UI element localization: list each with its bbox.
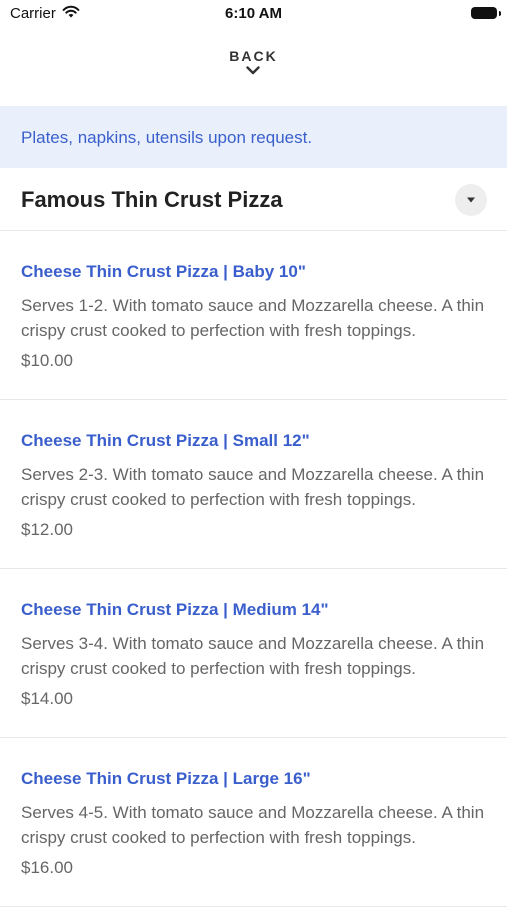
chevron-down-icon xyxy=(246,66,261,75)
back-area: BACK xyxy=(0,48,507,75)
item-price: $14.00 xyxy=(21,689,73,708)
section-header[interactable]: Famous Thin Crust Pizza xyxy=(0,168,507,231)
battery-icon xyxy=(471,7,501,19)
back-button[interactable]: BACK xyxy=(229,48,277,75)
item-name: Cheese Thin Crust Pizza | Large 16" xyxy=(21,769,311,788)
item-price: $16.00 xyxy=(21,858,73,877)
notice-banner: Plates, napkins, utensils upon request. xyxy=(0,106,507,168)
menu-item[interactable]: Cheese Thin Crust Pizza | Baby 10" Serve… xyxy=(0,231,507,400)
caret-down-icon xyxy=(467,197,475,203)
menu-item[interactable]: Cheese Thin Crust Pizza | Medium 14" Ser… xyxy=(0,569,507,738)
item-name: Cheese Thin Crust Pizza | Baby 10" xyxy=(21,262,306,281)
item-description: Serves 3-4. With tomato sauce and Mozzar… xyxy=(21,634,485,678)
item-price: $12.00 xyxy=(21,520,73,539)
item-description: Serves 1-2. With tomato sauce and Mozzar… xyxy=(21,296,485,340)
section-toggle-button[interactable] xyxy=(455,184,487,216)
menu-item-list: Cheese Thin Crust Pizza | Baby 10" Serve… xyxy=(0,231,507,907)
notice-text: Plates, napkins, utensils upon request. xyxy=(21,128,313,147)
item-description: Serves 4-5. With tomato sauce and Mozzar… xyxy=(21,803,485,847)
section-title: Famous Thin Crust Pizza xyxy=(21,187,283,212)
status-bar: Carrier 6:10 AM xyxy=(0,0,507,28)
item-name: Cheese Thin Crust Pizza | Small 12" xyxy=(21,431,310,450)
item-description: Serves 2-3. With tomato sauce and Mozzar… xyxy=(21,465,485,509)
menu-item[interactable]: Cheese Thin Crust Pizza | Large 16" Serv… xyxy=(0,738,507,907)
back-label: BACK xyxy=(229,48,278,64)
status-time: 6:10 AM xyxy=(225,5,282,22)
item-price: $10.00 xyxy=(21,351,73,370)
item-name: Cheese Thin Crust Pizza | Medium 14" xyxy=(21,600,329,619)
menu-item[interactable]: Cheese Thin Crust Pizza | Small 12" Serv… xyxy=(0,400,507,569)
